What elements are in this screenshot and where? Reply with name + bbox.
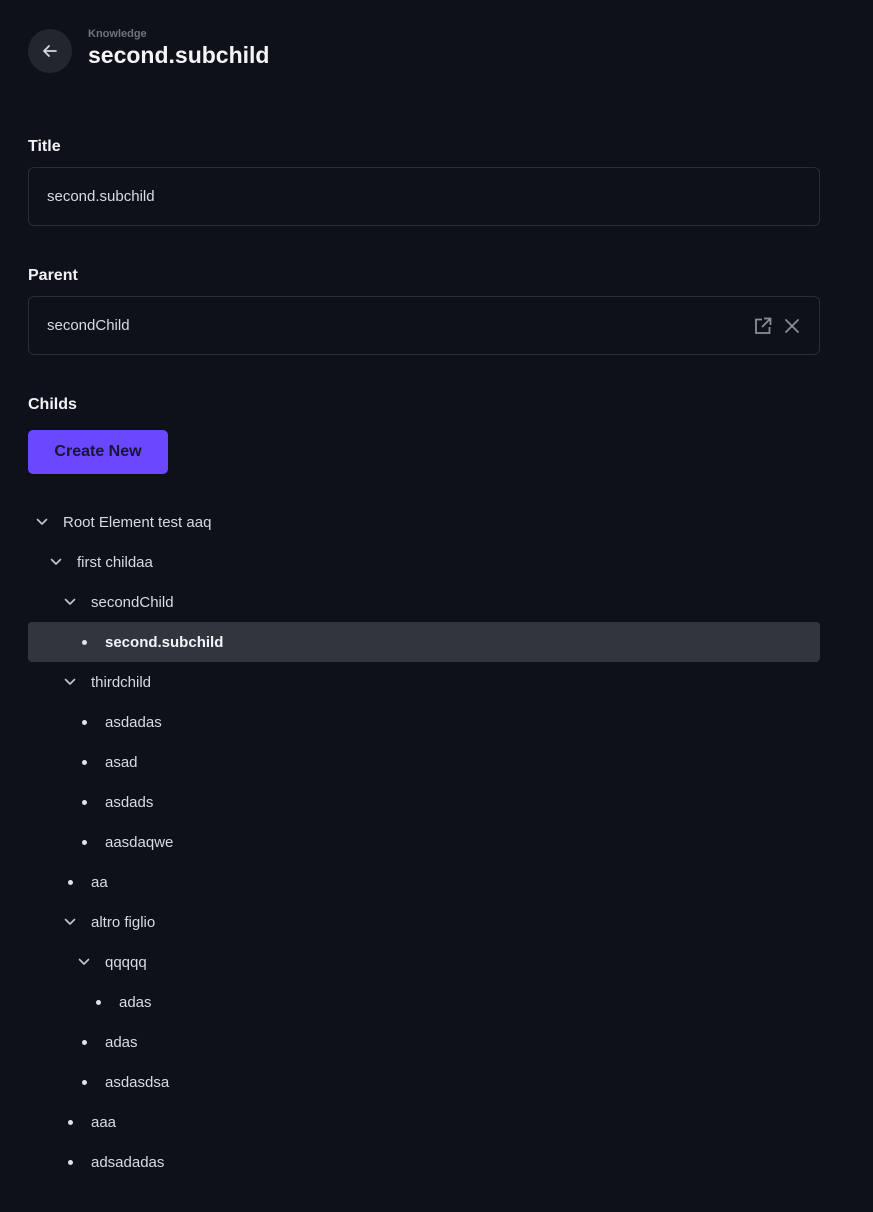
tree-item[interactable]: asad: [28, 742, 820, 782]
tree-item-label: asad: [105, 753, 138, 771]
page-header: Knowledge second.subchild: [28, 27, 270, 73]
bullet-icon: [77, 715, 91, 729]
tree-item[interactable]: thirdchild: [28, 662, 820, 702]
chevron-down-icon[interactable]: [63, 675, 77, 689]
tree-item[interactable]: asdadas: [28, 702, 820, 742]
title-input[interactable]: [47, 188, 801, 205]
tree-item-label: aa: [91, 873, 108, 891]
arrow-left-icon: [43, 45, 57, 57]
tree-item-label: adas: [119, 993, 152, 1011]
childs-label: Childs: [28, 396, 77, 413]
tree-item[interactable]: aasdaqwe: [28, 822, 820, 862]
tree-item[interactable]: asdads: [28, 782, 820, 822]
bullet-icon: [77, 835, 91, 849]
bullet-icon: [77, 1035, 91, 1049]
tree-item[interactable]: aa: [28, 862, 820, 902]
bullet-icon: [63, 1115, 77, 1129]
chevron-down-icon[interactable]: [63, 915, 77, 929]
tree-item-label: aasdaqwe: [105, 833, 174, 851]
bullet-icon: [63, 875, 77, 889]
tree-item[interactable]: adsadadas: [28, 1142, 820, 1182]
tree-item-label: adsadadas: [91, 1153, 165, 1171]
breadcrumb: Knowledge: [88, 27, 147, 40]
parent-label: Parent: [28, 267, 78, 284]
tree-item[interactable]: qqqqq: [28, 942, 820, 982]
tree-item-label: aaa: [91, 1113, 117, 1131]
tree-item[interactable]: asdasdsa: [28, 1062, 820, 1102]
tree-item[interactable]: altro figlio: [28, 902, 820, 942]
tree-item[interactable]: secondChild: [28, 582, 820, 622]
tree-item-label: altro figlio: [91, 913, 156, 931]
tree-item-label: asdasdsa: [105, 1073, 170, 1091]
tree-item-label: first childaa: [77, 553, 153, 571]
chevron-down-icon[interactable]: [35, 515, 49, 529]
bullet-icon: [77, 635, 91, 649]
bullet-icon: [77, 795, 91, 809]
tree-item[interactable]: adas: [28, 982, 820, 1022]
chevron-down-icon[interactable]: [63, 595, 77, 609]
childs-tree: Root Element test aaq first childaa second…: [28, 502, 820, 1182]
tree-item[interactable]: aaa: [28, 1102, 820, 1142]
tree-item[interactable]: adas: [28, 1022, 820, 1062]
tree-item-label: second.subchild: [105, 633, 224, 651]
chevron-down-icon[interactable]: [49, 555, 63, 569]
tree-item-label: Root Element test aaq: [63, 513, 212, 531]
tree-item-selected[interactable]: second.subchild: [28, 622, 820, 662]
tree-item-label: asdadas: [105, 713, 162, 731]
title-field-container: [28, 167, 820, 226]
tree-item-label: secondChild: [91, 593, 174, 611]
tree-item-label: qqqqq: [105, 953, 147, 971]
bullet-icon: [63, 1155, 77, 1169]
tree-item[interactable]: first childaa: [28, 542, 820, 582]
tree-item-label: asdads: [105, 793, 154, 811]
close-icon[interactable]: [783, 317, 801, 335]
tree-item[interactable]: Root Element test aaq: [28, 502, 820, 542]
bullet-icon: [77, 755, 91, 769]
create-new-button[interactable]: Create New: [28, 430, 168, 474]
page-title: second.subchild: [88, 41, 270, 68]
tree-item-label: thirdchild: [91, 673, 152, 691]
tree-item-label: adas: [105, 1033, 138, 1051]
parent-field[interactable]: secondChild: [28, 296, 820, 355]
title-label: Title: [28, 138, 61, 155]
bullet-icon: [77, 1075, 91, 1089]
chevron-down-icon[interactable]: [77, 955, 91, 969]
external-link-icon[interactable]: [753, 316, 773, 336]
parent-value: secondChild: [47, 317, 130, 334]
back-button[interactable]: [28, 29, 72, 73]
bullet-icon: [91, 995, 105, 1009]
